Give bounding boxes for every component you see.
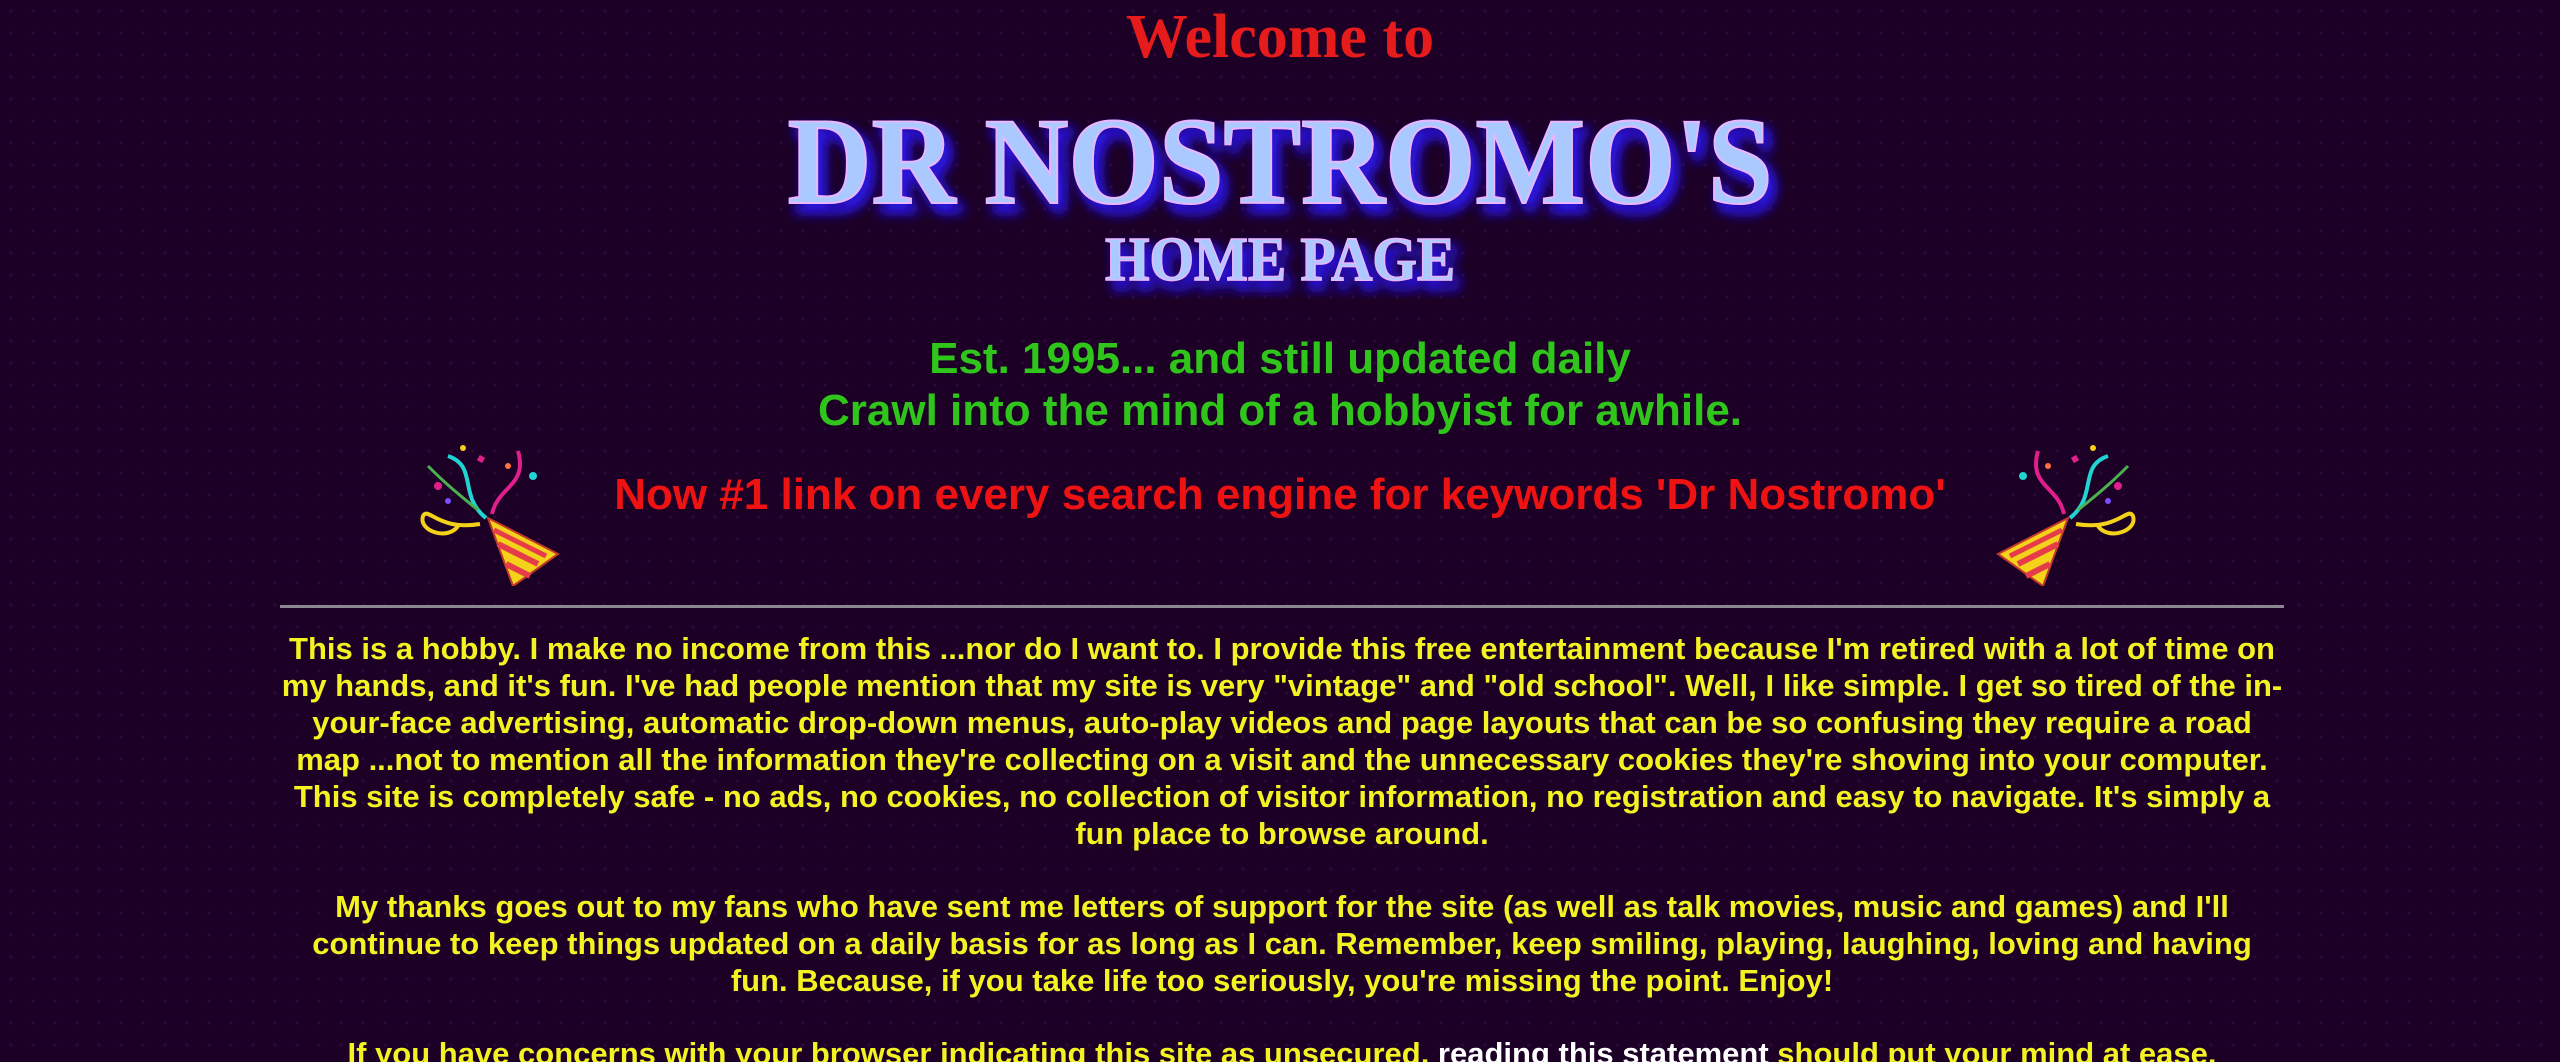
tagline-established: Est. 1995... and still updated daily: [929, 334, 1631, 383]
logo-title-text: DR NOSTROMO'S: [788, 93, 1773, 230]
party-popper-icon: [1988, 436, 2138, 588]
security-text-before: If you have concerns with your browser i…: [347, 1036, 1438, 1062]
security-text-after: should put your mind at ease.: [1768, 1036, 2217, 1062]
search-engine-banner: Now #1 link on every search engine for k…: [614, 470, 1946, 519]
security-paragraph: If you have concerns with your browser i…: [280, 1035, 2284, 1062]
site-logo: DR NOSTROMO'S HOME PAGE: [760, 58, 1800, 298]
intro-paragraph: This is a hobby. I make no income from t…: [281, 631, 2283, 851]
security-statement-link[interactable]: reading this statement: [1438, 1036, 1769, 1062]
logo-subtitle-text: HOME PAGE: [1105, 226, 1455, 294]
horizontal-divider: [280, 605, 2284, 608]
tagline-crawl: Crawl into the mind of a hobbyist for aw…: [817, 386, 1743, 435]
thanks-paragraph: My thanks goes out to my fans who have s…: [312, 889, 2252, 998]
